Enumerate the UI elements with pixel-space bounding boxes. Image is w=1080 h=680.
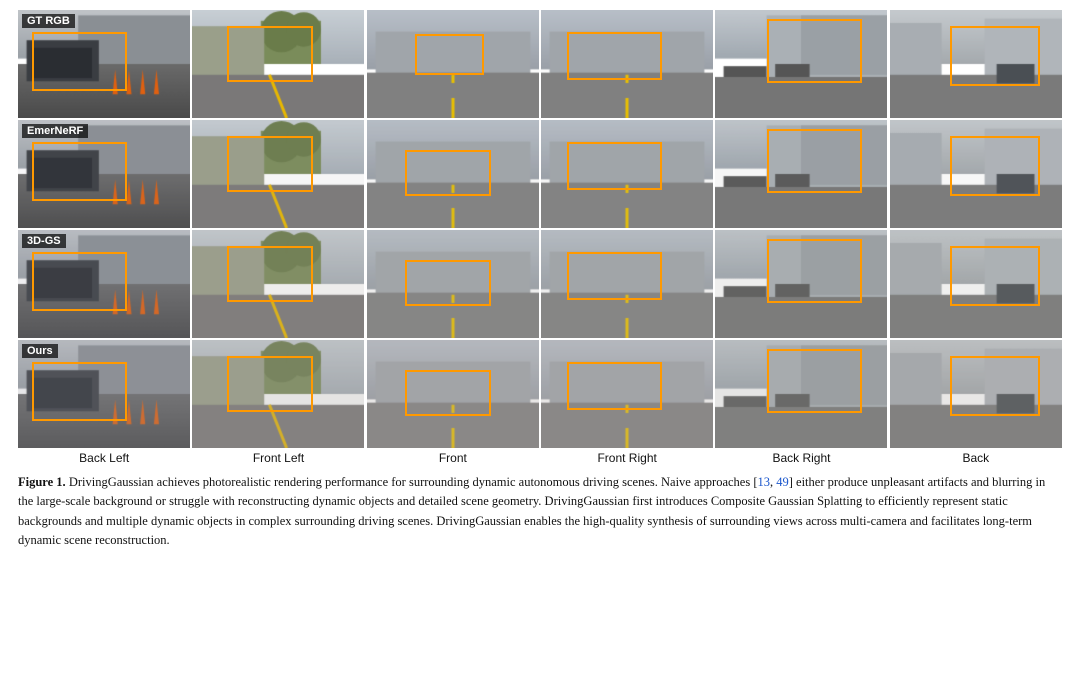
page: GT RGB (0, 0, 1080, 559)
canvas-3dgs-front-left (192, 230, 364, 338)
cell-3dgs-front-right (541, 230, 713, 338)
canvas-gt-back-left (18, 10, 190, 118)
row-3dgs: 3D-GS (18, 230, 1062, 338)
cell-3dgs-back-right (715, 230, 887, 338)
canvas-emernerf-front (367, 120, 539, 228)
cell-gt-front-left (192, 10, 364, 118)
canvas-emernerf-back (890, 120, 1062, 228)
canvas-gt-front-right (541, 10, 713, 118)
canvas-gt-back (890, 10, 1062, 118)
canvas-ours-back-right (715, 340, 887, 448)
canvas-3dgs-front (367, 230, 539, 338)
canvas-emernerf-back-right (715, 120, 887, 228)
cell-gt-back-right (715, 10, 887, 118)
canvas-emernerf-front-right (541, 120, 713, 228)
cell-emernerf-back-left (18, 120, 190, 228)
canvas-ours-front-right (541, 340, 713, 448)
row-gt-rgb: GT RGB (18, 10, 1062, 118)
col-label-back-left: Back Left (18, 451, 190, 465)
canvas-3dgs-back-right (715, 230, 887, 338)
image-grid: GT RGB (18, 10, 1062, 448)
row-ours: Ours (18, 340, 1062, 448)
canvas-gt-front (367, 10, 539, 118)
canvas-3dgs-back (890, 230, 1062, 338)
figure-caption: Figure 1. DrivingGaussian achieves photo… (18, 473, 1062, 551)
cell-3dgs-front (367, 230, 539, 338)
canvas-ours-back-left (18, 340, 190, 448)
col-label-back-right: Back Right (715, 451, 887, 465)
cell-gt-back (890, 10, 1062, 118)
cell-3dgs-back-left (18, 230, 190, 338)
row-emernerf: EmerNeRF (18, 120, 1062, 228)
cell-ours-back-left (18, 340, 190, 448)
canvas-3dgs-back-left (18, 230, 190, 338)
canvas-ours-front (367, 340, 539, 448)
figure-number: Figure 1. (18, 475, 66, 489)
canvas-gt-front-left (192, 10, 364, 118)
ref-13: 13 (757, 475, 770, 489)
canvas-ours-front-left (192, 340, 364, 448)
cell-emernerf-back (890, 120, 1062, 228)
cell-emernerf-front-left (192, 120, 364, 228)
cell-gt-front (367, 10, 539, 118)
cell-ours-front-right (541, 340, 713, 448)
cell-ours-back (890, 340, 1062, 448)
canvas-gt-back-right (715, 10, 887, 118)
cell-ours-front-left (192, 340, 364, 448)
canvas-3dgs-front-right (541, 230, 713, 338)
cell-emernerf-front (367, 120, 539, 228)
cell-3dgs-back (890, 230, 1062, 338)
col-label-back: Back (890, 451, 1062, 465)
column-labels: Back Left Front Left Front Front Right B… (18, 451, 1062, 465)
col-label-front: Front (367, 451, 539, 465)
cell-emernerf-back-right (715, 120, 887, 228)
canvas-ours-back (890, 340, 1062, 448)
cell-gt-back-left (18, 10, 190, 118)
canvas-emernerf-front-left (192, 120, 364, 228)
col-label-front-left: Front Left (192, 451, 364, 465)
cell-gt-front-right (541, 10, 713, 118)
col-label-front-right: Front Right (541, 451, 713, 465)
cell-3dgs-front-left (192, 230, 364, 338)
ref-49: 49 (776, 475, 789, 489)
cell-emernerf-front-right (541, 120, 713, 228)
cell-ours-front (367, 340, 539, 448)
cell-ours-back-right (715, 340, 887, 448)
canvas-emernerf-back-left (18, 120, 190, 228)
caption-text: DrivingGaussian achieves photorealistic … (18, 475, 1045, 547)
